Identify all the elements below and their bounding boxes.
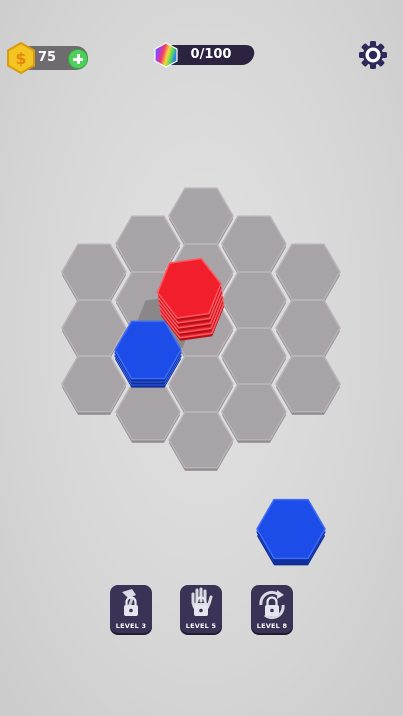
swap-icon — [259, 590, 285, 620]
next-piece[interactable] — [256, 498, 326, 566]
booster-label: LEVEL 3 — [115, 622, 147, 630]
booster-label: LEVEL 8 — [256, 622, 288, 630]
hammer-booster-locked[interactable]: LEVEL 3 — [110, 585, 152, 633]
hand-booster-locked[interactable]: LEVEL 5 — [180, 585, 222, 633]
hammer-icon — [122, 589, 138, 616]
booster-label: LEVEL 5 — [185, 622, 217, 630]
hand-icon — [191, 587, 213, 616]
swap-booster-locked[interactable]: LEVEL 8 — [251, 585, 293, 633]
